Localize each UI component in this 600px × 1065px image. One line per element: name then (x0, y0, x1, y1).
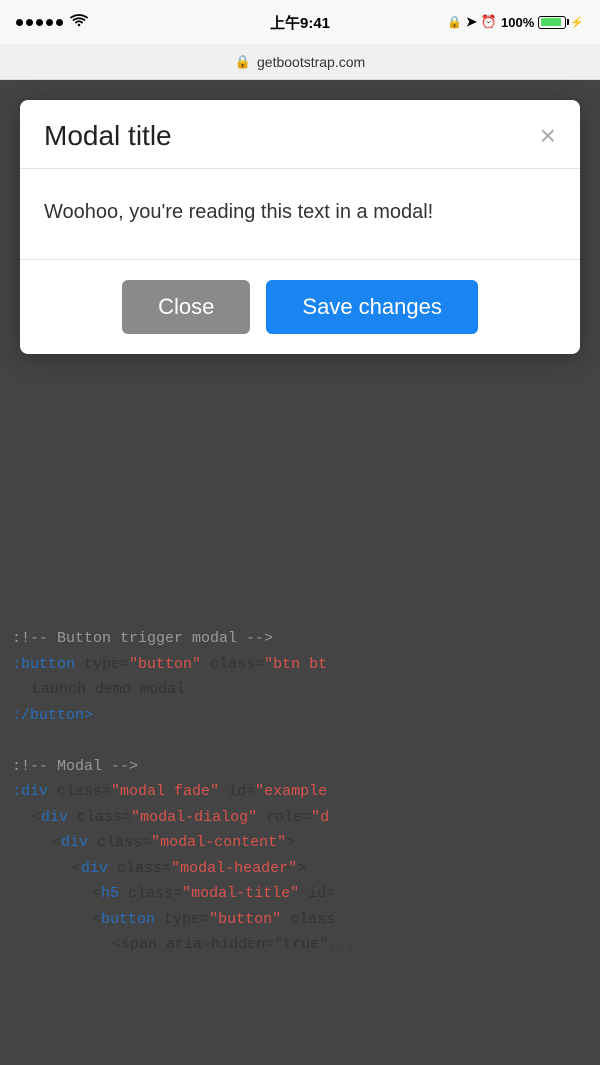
code-line-9: <div class="modal-content"> (12, 830, 588, 856)
dot4 (46, 19, 53, 26)
modal-title: Modal title (44, 120, 172, 152)
wifi-icon (69, 13, 89, 31)
status-time: 上午9:41 (270, 12, 330, 33)
modal-dialog: Modal title × Woohoo, you're reading thi… (20, 100, 580, 354)
code-line-10: <div class="modal-header"> (12, 856, 588, 882)
save-changes-button[interactable]: Save changes (266, 280, 477, 334)
bolt-icon: ⚡ (570, 16, 584, 29)
modal-footer: Close Save changes (20, 260, 580, 354)
code-line-5 (12, 728, 588, 754)
battery-fill (541, 18, 562, 26)
code-line-12: <button type="button" class (12, 907, 588, 933)
dot3 (36, 19, 43, 26)
battery-block (538, 16, 566, 29)
location-icon: ➤ (466, 14, 477, 30)
battery-percent: 100% (501, 15, 534, 30)
code-line-1: :!-- Button trigger modal --> (12, 626, 588, 652)
code-line-7: :div class="modal fade" id="example (12, 779, 588, 805)
code-line-3: Launch demo modal (12, 677, 588, 703)
page-background: Modal title × Woohoo, you're reading thi… (0, 80, 600, 1065)
status-bar: 上午9:41 🔒 ➤ ⏰ 100% ⚡ (0, 0, 600, 44)
battery-body (538, 16, 566, 29)
dot2 (26, 19, 33, 26)
signal-dots (16, 19, 63, 26)
modal-body-text: Woohoo, you're reading this text in a mo… (44, 197, 556, 227)
lock-small-icon: 🔒 (235, 54, 251, 70)
lock-icon: 🔒 (447, 15, 462, 29)
address-text: getbootstrap.com (257, 54, 365, 70)
alarm-icon: ⏰ (481, 14, 497, 30)
code-line-4: :/button> (12, 703, 588, 729)
address-bar: 🔒 getbootstrap.com (0, 44, 600, 80)
code-line-13: <span aria-hidden="true"... (12, 932, 588, 958)
code-line-8: <div class="modal-dialog" role="d (12, 805, 588, 831)
dot1 (16, 19, 23, 26)
modal-body: Woohoo, you're reading this text in a mo… (20, 169, 580, 260)
code-area: :!-- Button trigger modal --> :button ty… (0, 610, 600, 1065)
code-line-6: :!-- Modal --> (12, 754, 588, 780)
dot5 (56, 19, 63, 26)
modal-close-button[interactable]: × (540, 122, 556, 150)
code-line-11: <h5 class="modal-title" id= (12, 881, 588, 907)
signal-area (16, 13, 89, 31)
close-button[interactable]: Close (122, 280, 250, 334)
code-line-2: :button type="button" class="btn bt (12, 652, 588, 678)
status-right: 🔒 ➤ ⏰ 100% ⚡ (447, 14, 584, 30)
modal-header: Modal title × (20, 100, 580, 169)
